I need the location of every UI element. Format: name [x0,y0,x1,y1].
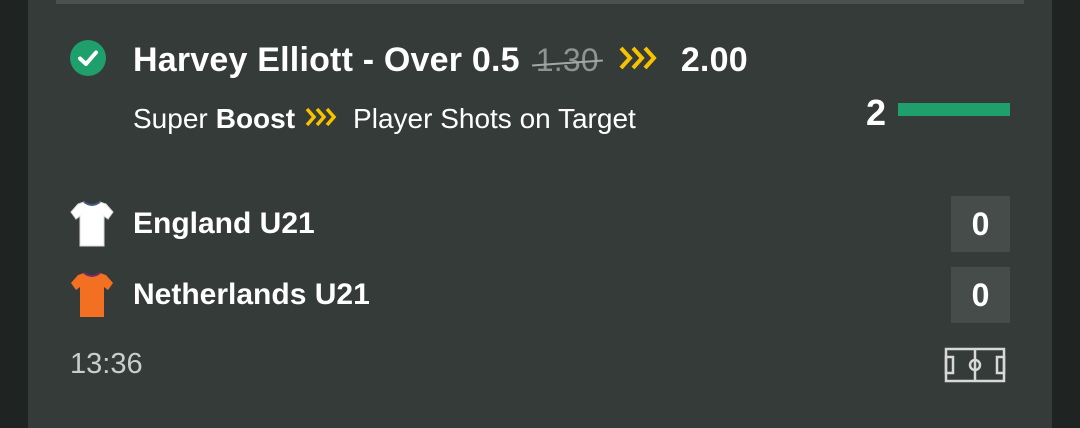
boosted-odds: 2.00 [680,40,748,79]
team-score: 0 [951,267,1010,323]
selection-label: Harvey Elliott - Over 0.5 [133,40,520,79]
market-label: Player Shots on Target [353,103,636,134]
old-odds: 1.30 [535,41,599,78]
bet-headline: Harvey Elliott - Over 0.5 1.30 2.00 [133,38,748,82]
team-name: England U21 [133,207,315,240]
team-name: Netherlands U21 [133,278,370,311]
match-time: 13:36 [70,348,143,380]
bet-subline: Super Boost Player Shots on Target [133,101,636,137]
boost-chevrons-small-icon [305,103,339,135]
team-row-home: England U21 0 [70,196,1010,252]
boost-word: Boost [215,103,296,134]
boost-prefix: Super [133,103,208,134]
progress-fill [898,103,1010,116]
card-divider [56,0,1024,4]
white-shirt-icon [70,200,114,248]
team-score: 0 [951,196,1010,252]
boost-chevrons-icon [619,41,659,80]
progress-bar [898,103,1010,116]
check-circle-icon [70,40,106,76]
progress-count: 2 [865,92,887,133]
team-row-away: Netherlands U21 0 [70,267,1010,323]
football-pitch-icon[interactable] [944,347,1006,383]
orange-shirt-icon [70,271,114,319]
